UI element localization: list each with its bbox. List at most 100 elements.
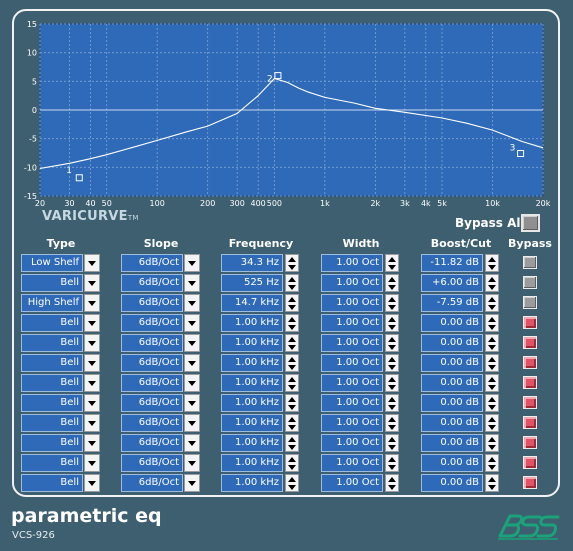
band-slope-field[interactable]: 6dB/Oct [121,334,183,352]
band-bypass-button[interactable] [523,436,537,449]
gain-spinner-icon[interactable] [485,314,499,332]
gain-spinner-icon[interactable] [485,454,499,472]
band-width-field[interactable]: 1.00 Oct [321,254,383,272]
frequency-spinner-icon[interactable] [285,474,299,492]
width-spinner-icon[interactable] [385,414,399,432]
type-dropdown-icon[interactable] [84,354,100,372]
band-type-field[interactable]: Bell [21,374,83,392]
frequency-spinner-icon[interactable] [285,394,299,412]
frequency-spinner-icon[interactable] [285,354,299,372]
width-spinner-icon[interactable] [385,274,399,292]
frequency-spinner-icon[interactable] [285,294,299,312]
width-spinner-icon[interactable] [385,294,399,312]
slope-dropdown-icon[interactable] [184,274,200,292]
width-spinner-icon[interactable] [385,254,399,272]
frequency-spinner-icon[interactable] [285,414,299,432]
band-frequency-field[interactable]: 14.7 kHz [221,294,283,312]
band-bypass-button[interactable] [523,276,537,289]
gain-spinner-icon[interactable] [485,254,499,272]
width-spinner-icon[interactable] [385,334,399,352]
band-gain-field[interactable]: 0.00 dB [421,454,483,472]
type-dropdown-icon[interactable] [84,254,100,272]
slope-dropdown-icon[interactable] [184,294,200,312]
gain-spinner-icon[interactable] [485,334,499,352]
band-width-field[interactable]: 1.00 Oct [321,274,383,292]
band-gain-field[interactable]: +6.00 dB [421,274,483,292]
band-bypass-button[interactable] [523,296,537,309]
band-bypass-button[interactable] [523,316,537,329]
width-spinner-icon[interactable] [385,434,399,452]
slope-dropdown-icon[interactable] [184,314,200,332]
width-spinner-icon[interactable] [385,394,399,412]
frequency-spinner-icon[interactable] [285,374,299,392]
band-type-field[interactable]: Bell [21,314,83,332]
slope-dropdown-icon[interactable] [184,374,200,392]
frequency-spinner-icon[interactable] [285,254,299,272]
type-dropdown-icon[interactable] [84,334,100,352]
frequency-spinner-icon[interactable] [285,334,299,352]
frequency-spinner-icon[interactable] [285,274,299,292]
type-dropdown-icon[interactable] [84,394,100,412]
band-slope-field[interactable]: 6dB/Oct [121,414,183,432]
type-dropdown-icon[interactable] [84,314,100,332]
band-frequency-field[interactable]: 1.00 kHz [221,374,283,392]
band-bypass-button[interactable] [523,416,537,429]
band-frequency-field[interactable]: 1.00 kHz [221,334,283,352]
band-type-field[interactable]: Bell [21,454,83,472]
slope-dropdown-icon[interactable] [184,334,200,352]
band-frequency-field[interactable]: 1.00 kHz [221,414,283,432]
slope-dropdown-icon[interactable] [184,454,200,472]
band-slope-field[interactable]: 6dB/Oct [121,394,183,412]
gain-spinner-icon[interactable] [485,374,499,392]
type-dropdown-icon[interactable] [84,414,100,432]
slope-dropdown-icon[interactable] [184,434,200,452]
band-frequency-field[interactable]: 1.00 kHz [221,474,283,492]
gain-spinner-icon[interactable] [485,414,499,432]
band-gain-field[interactable]: 0.00 dB [421,414,483,432]
type-dropdown-icon[interactable] [84,434,100,452]
slope-dropdown-icon[interactable] [184,474,200,492]
band-frequency-field[interactable]: 1.00 kHz [221,454,283,472]
band-width-field[interactable]: 1.00 Oct [321,474,383,492]
band-gain-field[interactable]: -7.59 dB [421,294,483,312]
band-frequency-field[interactable]: 1.00 kHz [221,434,283,452]
band-width-field[interactable]: 1.00 Oct [321,414,383,432]
type-dropdown-icon[interactable] [84,294,100,312]
type-dropdown-icon[interactable] [84,454,100,472]
frequency-spinner-icon[interactable] [285,434,299,452]
band-frequency-field[interactable]: 525 Hz [221,274,283,292]
band-type-field[interactable]: High Shelf [21,294,83,312]
gain-spinner-icon[interactable] [485,394,499,412]
band-width-field[interactable]: 1.00 Oct [321,294,383,312]
band-gain-field[interactable]: 0.00 dB [421,434,483,452]
band-slope-field[interactable]: 6dB/Oct [121,474,183,492]
band-frequency-field[interactable]: 1.00 kHz [221,314,283,332]
width-spinner-icon[interactable] [385,314,399,332]
type-dropdown-icon[interactable] [84,374,100,392]
band-bypass-button[interactable] [523,376,537,389]
band-type-field[interactable]: Bell [21,394,83,412]
band-type-field[interactable]: Bell [21,414,83,432]
gain-spinner-icon[interactable] [485,474,499,492]
band-slope-field[interactable]: 6dB/Oct [121,374,183,392]
band-gain-field[interactable]: 0.00 dB [421,354,483,372]
band-frequency-field[interactable]: 34.3 Hz [221,254,283,272]
width-spinner-icon[interactable] [385,454,399,472]
gain-spinner-icon[interactable] [485,294,499,312]
band-frequency-field[interactable]: 1.00 kHz [221,394,283,412]
band-width-field[interactable]: 1.00 Oct [321,334,383,352]
type-dropdown-icon[interactable] [84,474,100,492]
slope-dropdown-icon[interactable] [184,394,200,412]
band-slope-field[interactable]: 6dB/Oct [121,454,183,472]
band-bypass-button[interactable] [523,256,537,269]
bypass-all-button[interactable] [521,214,540,232]
band-width-field[interactable]: 1.00 Oct [321,314,383,332]
band-slope-field[interactable]: 6dB/Oct [121,274,183,292]
width-spinner-icon[interactable] [385,474,399,492]
band-bypass-button[interactable] [523,356,537,369]
band-slope-field[interactable]: 6dB/Oct [121,314,183,332]
band-gain-field[interactable]: 0.00 dB [421,314,483,332]
slope-dropdown-icon[interactable] [184,354,200,372]
gain-spinner-icon[interactable] [485,354,499,372]
slope-dropdown-icon[interactable] [184,414,200,432]
